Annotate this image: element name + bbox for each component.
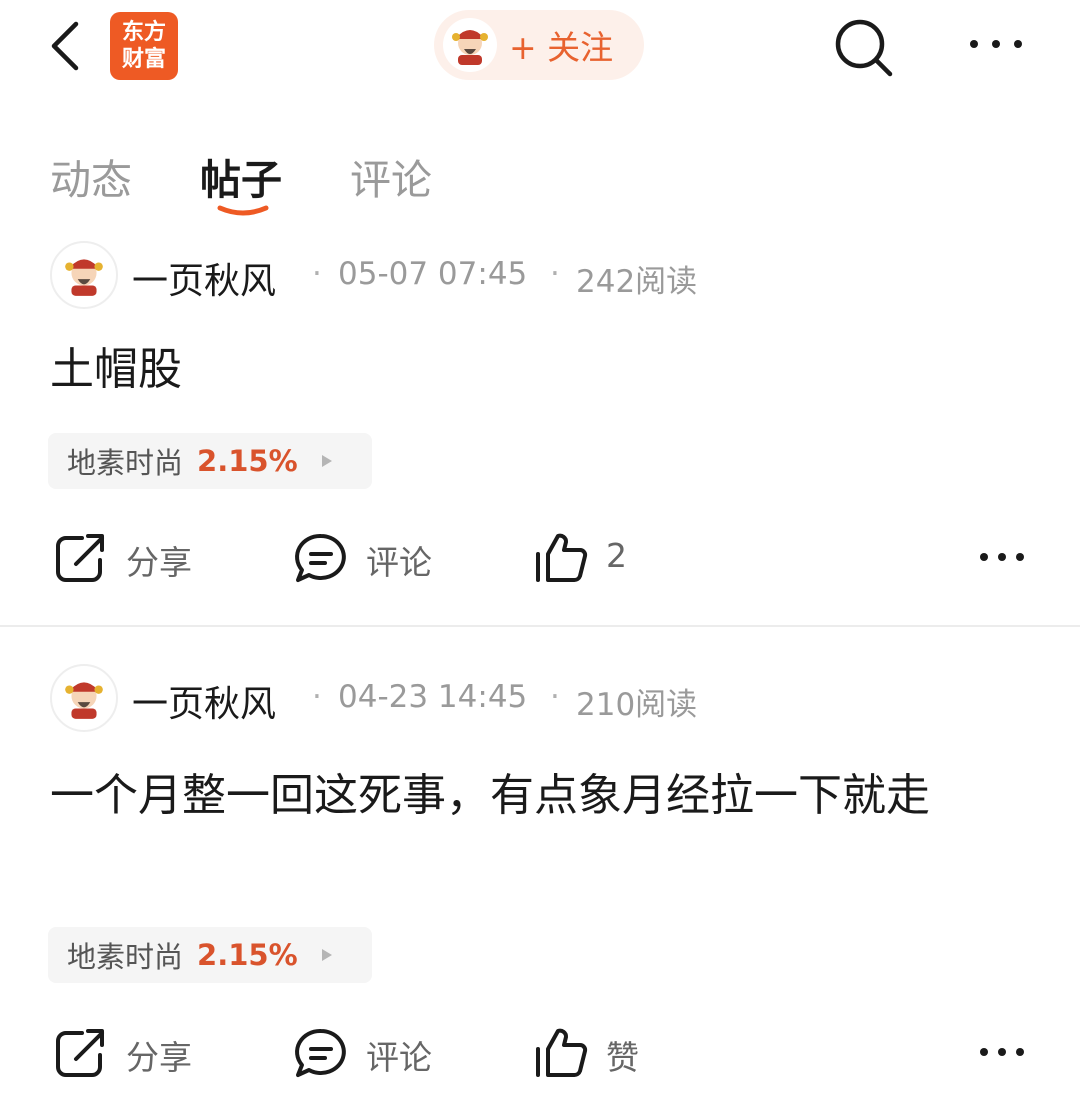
active-tab-indicator — [216, 202, 270, 220]
author-name[interactable]: 一页秋风 — [132, 675, 276, 727]
share-icon[interactable] — [52, 530, 108, 590]
follow-button[interactable]: + 关注 — [434, 10, 644, 80]
stock-change: 2.15% — [197, 938, 298, 972]
post-title[interactable]: 土帽股 — [50, 338, 1040, 402]
user-avatar — [443, 18, 497, 72]
fortune-god-avatar-icon — [65, 682, 103, 719]
meta-separator: · — [550, 679, 560, 715]
stock-tag[interactable]: 地素时尚 2.15% — [48, 433, 372, 489]
play-arrow-icon — [321, 949, 332, 961]
comment-icon[interactable] — [292, 530, 350, 592]
meta-separator: · — [312, 256, 322, 292]
share-icon[interactable] — [52, 1025, 108, 1085]
like-thumb-icon[interactable] — [532, 528, 590, 590]
post-more-icon[interactable] — [978, 540, 1026, 578]
tab-activity[interactable]: 动态 — [50, 146, 132, 206]
author-name[interactable]: 一页秋风 — [132, 252, 276, 304]
play-arrow-icon — [321, 455, 332, 467]
author-avatar[interactable] — [50, 241, 118, 309]
stock-name: 地素时尚 — [67, 446, 184, 480]
post-date: 05-07 07:45 — [338, 256, 528, 292]
logo-line-2: 财富 — [121, 47, 166, 72]
stock-change: 2.15% — [197, 444, 298, 478]
comment-label[interactable]: 评论 — [366, 536, 432, 584]
post-title[interactable]: 一个月整一回这死事，有点象月经拉一下就走 — [50, 762, 1030, 830]
fortune-god-avatar-icon — [452, 30, 488, 65]
search-icon[interactable] — [830, 14, 898, 82]
author-avatar[interactable] — [50, 664, 118, 732]
app-logo: 东方 财富 — [110, 12, 178, 80]
post-date: 04-23 14:45 — [338, 679, 528, 715]
like-count[interactable]: 2 — [606, 536, 627, 575]
share-label[interactable]: 分享 — [126, 536, 192, 584]
meta-separator: · — [550, 256, 560, 292]
meta-separator: · — [312, 679, 322, 715]
read-count: 242阅读 — [576, 264, 698, 300]
read-count: 210阅读 — [576, 687, 698, 723]
tab-comments[interactable]: 评论 — [350, 146, 432, 206]
tab-posts[interactable]: 帖子 — [200, 146, 282, 206]
fortune-god-avatar-icon — [65, 259, 103, 296]
stock-tag[interactable]: 地素时尚 2.15% — [48, 927, 372, 983]
post-divider — [0, 625, 1080, 627]
more-dots-icon[interactable] — [966, 26, 1026, 62]
comment-icon[interactable] — [292, 1025, 350, 1087]
stock-name: 地素时尚 — [67, 940, 184, 974]
logo-line-1: 东方 — [121, 20, 166, 45]
post-more-icon[interactable] — [978, 1035, 1026, 1073]
like-label[interactable]: 赞 — [606, 1031, 639, 1079]
follow-label: + 关注 — [509, 28, 614, 67]
share-label[interactable]: 分享 — [126, 1031, 192, 1079]
comment-label[interactable]: 评论 — [366, 1031, 432, 1079]
back-arrow-icon[interactable] — [44, 16, 88, 76]
like-thumb-icon[interactable] — [532, 1023, 590, 1085]
